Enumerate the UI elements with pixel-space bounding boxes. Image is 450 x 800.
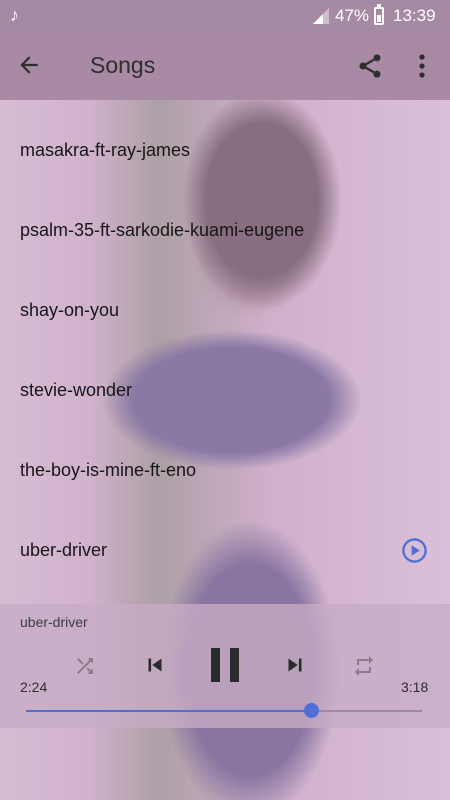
signal-icon	[313, 8, 329, 24]
clock: 13:39	[393, 6, 436, 25]
song-list: masakra-ft-ray-james psalm-35-ft-sarkodi…	[0, 110, 450, 590]
battery-icon	[374, 4, 384, 25]
now-playing-title: uber-driver	[20, 614, 88, 630]
song-title: masakra-ft-ray-james	[20, 140, 191, 160]
previous-icon[interactable]	[141, 652, 169, 678]
battery-percentage: 47%	[335, 6, 370, 25]
total-time: 3:18	[401, 679, 429, 695]
song-item[interactable]: stevie-wonder	[0, 350, 450, 430]
song-title: stevie-wonder	[20, 380, 133, 400]
page-title: Songs	[90, 52, 156, 78]
shuffle-icon[interactable]	[72, 654, 98, 678]
song-item[interactable]: the-boy-is-mine-ft-eno	[0, 430, 450, 510]
back-arrow-icon[interactable]	[16, 52, 42, 78]
elapsed-time: 2:24	[20, 679, 48, 695]
song-title: psalm-35-ft-sarkodie-kuami-eugene	[20, 220, 305, 240]
song-title: the-boy-is-mine-ft-eno	[20, 460, 197, 480]
seek-bar[interactable]	[26, 703, 422, 718]
player-panel: uber-driver 2:24 3:18	[0, 604, 450, 728]
pause-icon[interactable]	[207, 646, 243, 684]
seek-bar-thumb[interactable]	[303, 703, 319, 718]
seek-bar-progress	[26, 710, 312, 712]
music-note-icon: ♪	[10, 5, 19, 25]
song-item-playing[interactable]: uber-driver	[0, 510, 450, 590]
song-title: shay-on-you	[20, 300, 120, 320]
more-vert-icon[interactable]	[412, 52, 432, 80]
play-circle-icon[interactable]	[401, 537, 428, 564]
song-title: uber-driver	[20, 540, 108, 560]
share-icon[interactable]	[356, 52, 384, 80]
next-icon[interactable]	[281, 652, 309, 678]
app-bar: Songs	[0, 32, 450, 100]
song-item[interactable]: masakra-ft-ray-james	[0, 110, 450, 190]
status-bar: ♪ 47% 13:39	[0, 0, 450, 32]
repeat-icon[interactable]	[351, 654, 377, 678]
song-item[interactable]: shay-on-you	[0, 270, 450, 350]
song-item[interactable]: psalm-35-ft-sarkodie-kuami-eugene	[0, 190, 450, 270]
